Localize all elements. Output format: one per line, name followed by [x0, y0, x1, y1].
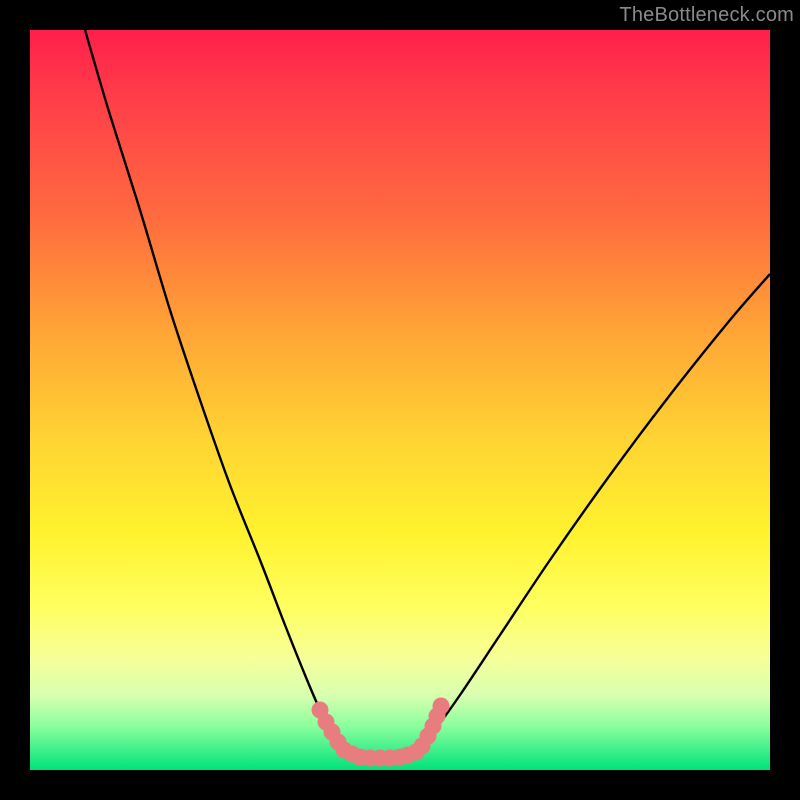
outer-frame: TheBottleneck.com — [0, 0, 800, 800]
highlight-markers — [312, 698, 450, 767]
highlight-dot — [433, 698, 450, 715]
chart-svg — [30, 30, 770, 770]
watermark-text: TheBottleneck.com — [619, 4, 794, 27]
bottleneck-curve — [85, 30, 770, 758]
